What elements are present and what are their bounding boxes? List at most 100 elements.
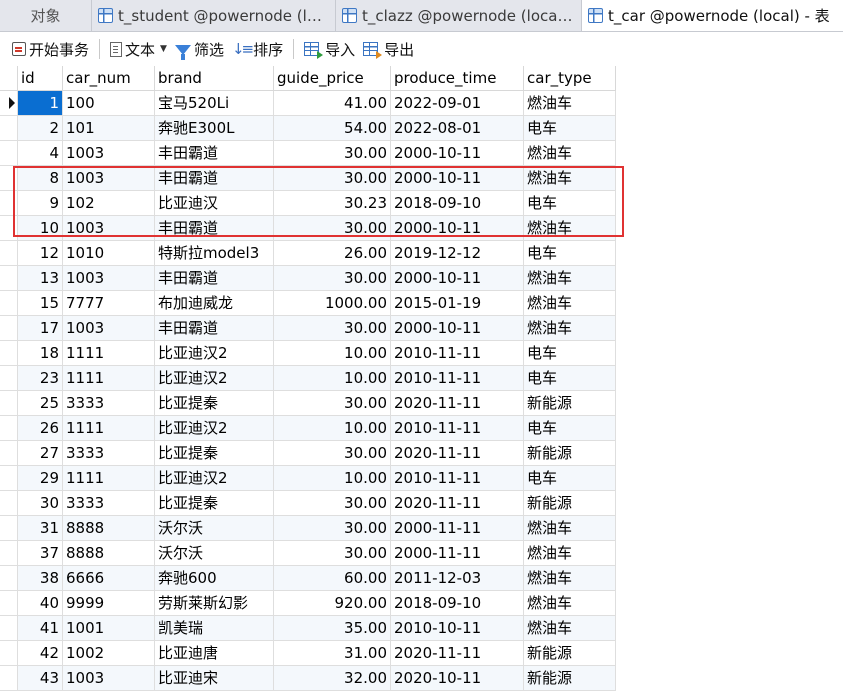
row-indicator[interactable]: [0, 391, 18, 416]
cell-produce-time[interactable]: 2020-10-11: [391, 666, 524, 691]
cell-guide-price[interactable]: 31.00: [274, 641, 391, 666]
cell-brand[interactable]: 沃尔沃: [155, 516, 274, 541]
row-indicator[interactable]: [0, 441, 18, 466]
cell-id[interactable]: 31: [18, 516, 63, 541]
cell-guide-price[interactable]: 54.00: [274, 116, 391, 141]
row-indicator[interactable]: [0, 91, 18, 116]
cell-car-num[interactable]: 8888: [63, 516, 155, 541]
cell-id[interactable]: 25: [18, 391, 63, 416]
cell-guide-price[interactable]: 41.00: [274, 91, 391, 116]
table-row[interactable]: 40 9999 劳斯莱斯幻影 920.00 2018-09-10 燃油车: [0, 591, 843, 616]
cell-car-type[interactable]: 燃油车: [524, 266, 616, 291]
cell-guide-price[interactable]: 10.00: [274, 416, 391, 441]
cell-car-type[interactable]: 燃油车: [524, 316, 616, 341]
cell-produce-time[interactable]: 2020-11-11: [391, 641, 524, 666]
cell-brand[interactable]: 丰田霸道: [155, 316, 274, 341]
cell-brand[interactable]: 奔驰E300L: [155, 116, 274, 141]
cell-car-type[interactable]: 燃油车: [524, 516, 616, 541]
row-indicator[interactable]: [0, 591, 18, 616]
cell-produce-time[interactable]: 2020-11-11: [391, 491, 524, 516]
row-indicator[interactable]: [0, 641, 18, 666]
table-row[interactable]: 10 1003 丰田霸道 30.00 2000-10-11 燃油车: [0, 216, 843, 241]
column-header-guide-price[interactable]: guide_price: [274, 66, 391, 91]
row-indicator[interactable]: [0, 341, 18, 366]
cell-car-type[interactable]: 新能源: [524, 441, 616, 466]
cell-car-num[interactable]: 7777: [63, 291, 155, 316]
cell-id[interactable]: 12: [18, 241, 63, 266]
cell-car-type[interactable]: 燃油车: [524, 616, 616, 641]
cell-id[interactable]: 38: [18, 566, 63, 591]
cell-car-num[interactable]: 3333: [63, 391, 155, 416]
cell-produce-time[interactable]: 2000-11-11: [391, 516, 524, 541]
sort-button[interactable]: ↓≡ 排序: [228, 37, 287, 61]
text-button[interactable]: 文本 ▼: [106, 37, 171, 61]
cell-produce-time[interactable]: 2010-11-11: [391, 466, 524, 491]
row-indicator[interactable]: [0, 566, 18, 591]
cell-car-type[interactable]: 新能源: [524, 391, 616, 416]
cell-id[interactable]: 41: [18, 616, 63, 641]
table-row[interactable]: 41 1001 凯美瑞 35.00 2010-10-11 燃油车: [0, 616, 843, 641]
export-button[interactable]: 导出: [359, 37, 418, 61]
cell-produce-time[interactable]: 2010-11-11: [391, 416, 524, 441]
cell-car-num[interactable]: 1001: [63, 616, 155, 641]
cell-guide-price[interactable]: 30.00: [274, 516, 391, 541]
cell-brand[interactable]: 布加迪威龙: [155, 291, 274, 316]
import-button[interactable]: 导入: [300, 37, 359, 61]
row-indicator[interactable]: [0, 116, 18, 141]
cell-car-type[interactable]: 燃油车: [524, 216, 616, 241]
cell-id[interactable]: 8: [18, 166, 63, 191]
cell-brand[interactable]: 比亚提秦: [155, 491, 274, 516]
cell-guide-price[interactable]: 30.00: [274, 141, 391, 166]
cell-guide-price[interactable]: 32.00: [274, 666, 391, 691]
cell-guide-price[interactable]: 30.00: [274, 316, 391, 341]
cell-guide-price[interactable]: 35.00: [274, 616, 391, 641]
cell-produce-time[interactable]: 2010-11-11: [391, 341, 524, 366]
column-header-produce-time[interactable]: produce_time: [391, 66, 524, 91]
cell-car-type[interactable]: 新能源: [524, 491, 616, 516]
cell-car-num[interactable]: 102: [63, 191, 155, 216]
cell-guide-price[interactable]: 30.00: [274, 166, 391, 191]
column-header-id[interactable]: id: [18, 66, 63, 91]
cell-brand[interactable]: 比亚提秦: [155, 441, 274, 466]
table-row[interactable]: 23 1111 比亚迪汉2 10.00 2010-11-11 电车: [0, 366, 843, 391]
cell-car-type[interactable]: 燃油车: [524, 591, 616, 616]
row-indicator[interactable]: [0, 216, 18, 241]
cell-car-type[interactable]: 燃油车: [524, 91, 616, 116]
table-row[interactable]: 9 102 比亚迪汉 30.23 2018-09-10 电车: [0, 191, 843, 216]
cell-car-num[interactable]: 1003: [63, 216, 155, 241]
cell-brand[interactable]: 丰田霸道: [155, 216, 274, 241]
cell-car-type[interactable]: 电车: [524, 366, 616, 391]
table-row[interactable]: 13 1003 丰田霸道 30.00 2000-10-11 燃油车: [0, 266, 843, 291]
cell-car-type[interactable]: 电车: [524, 241, 616, 266]
cell-guide-price[interactable]: 10.00: [274, 366, 391, 391]
cell-produce-time[interactable]: 2000-10-11: [391, 141, 524, 166]
table-row[interactable]: 12 1010 特斯拉model3 26.00 2019-12-12 电车: [0, 241, 843, 266]
cell-brand[interactable]: 丰田霸道: [155, 266, 274, 291]
cell-car-type[interactable]: 电车: [524, 116, 616, 141]
cell-produce-time[interactable]: 2020-11-11: [391, 391, 524, 416]
cell-id[interactable]: 29: [18, 466, 63, 491]
cell-brand[interactable]: 比亚迪汉2: [155, 466, 274, 491]
column-header-car-num[interactable]: car_num: [63, 66, 155, 91]
cell-car-num[interactable]: 1111: [63, 366, 155, 391]
cell-guide-price[interactable]: 60.00: [274, 566, 391, 591]
table-row[interactable]: 42 1002 比亚迪唐 31.00 2020-11-11 新能源: [0, 641, 843, 666]
cell-produce-time[interactable]: 2011-12-03: [391, 566, 524, 591]
cell-car-num[interactable]: 1003: [63, 266, 155, 291]
table-row[interactable]: 8 1003 丰田霸道 30.00 2000-10-11 燃油车: [0, 166, 843, 191]
cell-guide-price[interactable]: 30.00: [274, 266, 391, 291]
cell-produce-time[interactable]: 2022-08-01: [391, 116, 524, 141]
cell-id[interactable]: 15: [18, 291, 63, 316]
cell-brand[interactable]: 比亚迪汉2: [155, 416, 274, 441]
cell-car-type[interactable]: 电车: [524, 466, 616, 491]
table-row[interactable]: 17 1003 丰田霸道 30.00 2000-10-11 燃油车: [0, 316, 843, 341]
cell-brand[interactable]: 比亚提秦: [155, 391, 274, 416]
cell-car-num[interactable]: 1111: [63, 416, 155, 441]
cell-id[interactable]: 9: [18, 191, 63, 216]
cell-car-type[interactable]: 燃油车: [524, 566, 616, 591]
row-indicator[interactable]: [0, 516, 18, 541]
cell-brand[interactable]: 比亚迪汉2: [155, 366, 274, 391]
cell-car-type[interactable]: 新能源: [524, 666, 616, 691]
cell-id[interactable]: 18: [18, 341, 63, 366]
cell-guide-price[interactable]: 30.00: [274, 541, 391, 566]
